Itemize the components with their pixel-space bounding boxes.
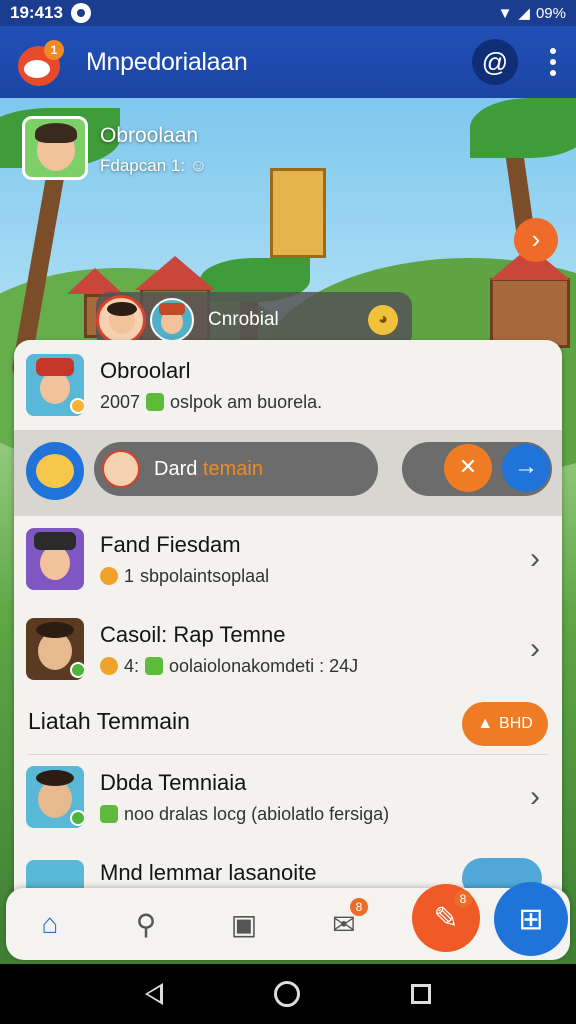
status-badge	[70, 810, 84, 826]
chevron-right-icon: ›	[530, 632, 540, 665]
wifi-icon: ▼	[497, 4, 513, 22]
avatar	[96, 295, 146, 345]
section-action-button[interactable]: ▲ BHD	[462, 702, 548, 746]
chat-meta: 1	[124, 565, 135, 586]
chevron-right-icon: ›	[531, 224, 541, 254]
avatar	[102, 450, 140, 488]
chat-row[interactable]: Dbda Temniaia noo dralas locg (abiolatlo…	[14, 766, 562, 828]
chat-message: noo dralas locg (abiolatlo fersiga)	[124, 803, 390, 824]
home-icon[interactable]: ⌂	[32, 906, 68, 942]
compose-fab[interactable]: ✎ 8	[412, 884, 480, 952]
chat-row[interactable]: Obroolarl 2007 oslpok am buorela.	[14, 354, 562, 416]
bottom-nav: ⌂ ⚲ ▣ ✉ 8	[6, 888, 570, 960]
avatar	[150, 298, 194, 342]
hero-next-button[interactable]: ›	[514, 218, 558, 262]
status-badge	[70, 398, 84, 414]
emoji-icon: ☺	[189, 156, 208, 175]
hero-name: Obroolaan	[100, 124, 199, 147]
signal-icon: ◢	[518, 5, 530, 22]
chat-meta: 4:	[124, 655, 140, 676]
avatar	[26, 766, 84, 828]
chevron-right-icon: ›	[530, 780, 540, 813]
avatar	[26, 528, 84, 590]
sticker-icon	[146, 393, 165, 411]
chat-name: Casoil: Rap Temne	[100, 621, 286, 647]
cat-icon: ◕	[368, 305, 398, 335]
messages-badge: 8	[350, 898, 368, 916]
megaphone-icon: ✎	[433, 901, 459, 935]
chat-name: Fand Fiesdam	[100, 531, 241, 557]
share-icon: ✕	[458, 454, 478, 479]
fab-badge: 8	[454, 890, 472, 908]
search-icon[interactable]: ⚲	[128, 906, 164, 942]
chevron-right-icon: ›	[530, 542, 540, 575]
bell-icon: ▲	[477, 715, 494, 732]
chat-row[interactable]: Fand Fiesdam 1 sbpolaintsoplaal ›	[14, 528, 562, 590]
peek-title: Mnd lemmar lasanoite	[100, 860, 317, 885]
divider	[28, 754, 548, 755]
chat-name: Obroolarl	[100, 357, 191, 383]
crown-button[interactable]	[26, 442, 84, 500]
crown-icon	[36, 454, 74, 488]
chat-name: Dbda Temniaia	[100, 769, 247, 795]
story-avatar[interactable]	[22, 116, 88, 180]
hero-subtitle: Fdapcan 1: ☺	[100, 156, 208, 175]
messages-icon[interactable]: ✉ 8	[326, 898, 368, 942]
chat-meta: 2007	[100, 391, 141, 412]
gamepad-icon: ⊞	[518, 902, 544, 936]
chat-row[interactable]: Casoil: Rap Temne 4: oolaiolonakomdeti :…	[14, 618, 562, 680]
arrow-right-icon: →	[514, 453, 538, 480]
sticker-icon	[100, 805, 118, 823]
emoji-icon	[100, 567, 118, 585]
chat-message: oslpok am buorela.	[170, 391, 323, 412]
share-button[interactable]: ✕	[444, 444, 492, 492]
back-icon[interactable]	[145, 983, 164, 1005]
home-circle-icon[interactable]	[273, 981, 300, 1007]
action-strip: Dard temain ✕ →	[14, 430, 562, 516]
chat-message: sbpolaintsoplaal	[140, 565, 270, 586]
status-bar: 19:413 ▼ ◢ 09%	[0, 0, 576, 26]
status-time: 19:413	[10, 3, 63, 22]
status-badge	[70, 662, 84, 678]
games-fab[interactable]: ⊞	[494, 882, 568, 956]
app-bar: 1 Mnpedorialaan @	[0, 26, 576, 98]
forward-button[interactable]: →	[502, 444, 550, 492]
avatar	[26, 618, 84, 680]
app-title: Mnpedorialaan	[86, 47, 248, 76]
at-sign-button[interactable]: @	[472, 39, 518, 85]
dard-temain-pill[interactable]: Dard temain	[94, 442, 378, 496]
at-sign-icon: @	[481, 46, 509, 77]
emoji-icon	[100, 657, 118, 675]
pill-label: Cnrobial	[208, 309, 279, 330]
chat-message: oolaiolonakomdeti : 24J	[169, 655, 359, 676]
avatar	[26, 354, 84, 416]
app-logo[interactable]: 1	[14, 36, 66, 88]
background-scene: Obroolaan Fdapcan 1: ☺ › Cnrobial ◕ Obro…	[0, 98, 576, 964]
logo-badge: 1	[44, 40, 64, 60]
system-nav-bar	[0, 964, 576, 1024]
section-title: Liatah Temmain	[28, 708, 190, 734]
hero-info: Obroolaan Fdapcan 1: ☺	[100, 124, 207, 176]
notification-icon	[70, 3, 91, 23]
more-options-icon[interactable]	[544, 44, 562, 80]
sticker-icon	[145, 657, 164, 675]
pages-icon[interactable]: ▣	[226, 906, 262, 942]
recents-icon[interactable]	[410, 984, 431, 1004]
battery-text: 09%	[535, 4, 566, 22]
pill-text: Dard temain	[154, 457, 263, 480]
